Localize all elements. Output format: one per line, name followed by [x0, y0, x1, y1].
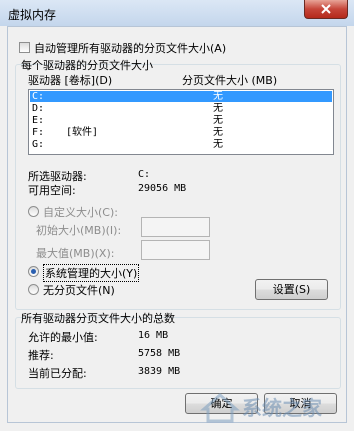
title-bar[interactable]: 虚拟内存 [0, 0, 354, 26]
virtual-memory-dialog: 虚拟内存 自动管理所有驱动器的分页文件大小(A) 每个驱动器的分页文件大小 驱动… [0, 0, 354, 431]
column-header-size: 分页文件大小 (MB) [182, 74, 278, 87]
close-button[interactable] [304, 0, 348, 19]
custom-size-radio[interactable] [28, 206, 39, 217]
max-size-label: 最大值(MB)(X): [36, 247, 115, 260]
no-paging-radio[interactable] [28, 284, 39, 295]
custom-size-label[interactable]: 自定义大小(C): [43, 204, 118, 220]
initial-size-label: 初始大小(MB)(I): [36, 224, 122, 237]
free-space-label: 可用空间: [28, 184, 76, 197]
initial-size-input[interactable] [141, 217, 210, 237]
drives-group-title: 每个驱动器的分页文件大小 [21, 59, 153, 72]
list-item[interactable]: C: 无 [30, 91, 332, 102]
min-value: 16 MB [138, 330, 169, 341]
column-header-drive: 驱动器 [卷标](D) [28, 74, 113, 87]
system-managed-label[interactable]: 系统管理的大小(Y) [43, 264, 140, 282]
svg-text:系统之家: 系统之家 [242, 396, 323, 420]
list-item[interactable]: F: [软件] 无 [30, 127, 332, 138]
recommended-value: 5758 MB [138, 348, 181, 359]
totals-group-title: 所有驱动器分页文件大小的总数 [21, 312, 175, 325]
no-paging-label[interactable]: 无分页文件(N) [43, 282, 115, 298]
set-button[interactable]: 设置(S) [255, 279, 328, 300]
recommended-label: 推荐: [28, 349, 54, 362]
list-item[interactable]: D: 无 [30, 103, 332, 114]
selected-drive-value: C: [138, 169, 151, 180]
watermark-logo: 系统之家 [198, 389, 348, 425]
current-value: 3839 MB [138, 366, 181, 377]
min-label: 允许的最小值: [28, 331, 98, 344]
close-icon [321, 4, 331, 14]
drive-list[interactable]: C: 无 D: 无 E: 无 F: [软件] 无 G: 无 [28, 89, 334, 155]
watermark-house-icon: 系统之家 [200, 393, 323, 423]
list-item[interactable]: E: 无 [30, 115, 332, 126]
list-item[interactable]: G: 无 [30, 139, 332, 150]
auto-manage-label[interactable]: 自动管理所有驱动器的分页文件大小(A) [34, 40, 226, 56]
dialog-body: 自动管理所有驱动器的分页文件大小(A) 每个驱动器的分页文件大小 驱动器 [卷标… [7, 26, 347, 423]
window-title: 虚拟内存 [8, 8, 57, 22]
free-space-value: 29056 MB [138, 183, 187, 194]
max-size-input[interactable] [141, 240, 210, 260]
current-label: 当前已分配: [28, 367, 87, 380]
system-managed-radio[interactable] [28, 266, 39, 277]
auto-manage-checkbox[interactable] [19, 42, 30, 53]
